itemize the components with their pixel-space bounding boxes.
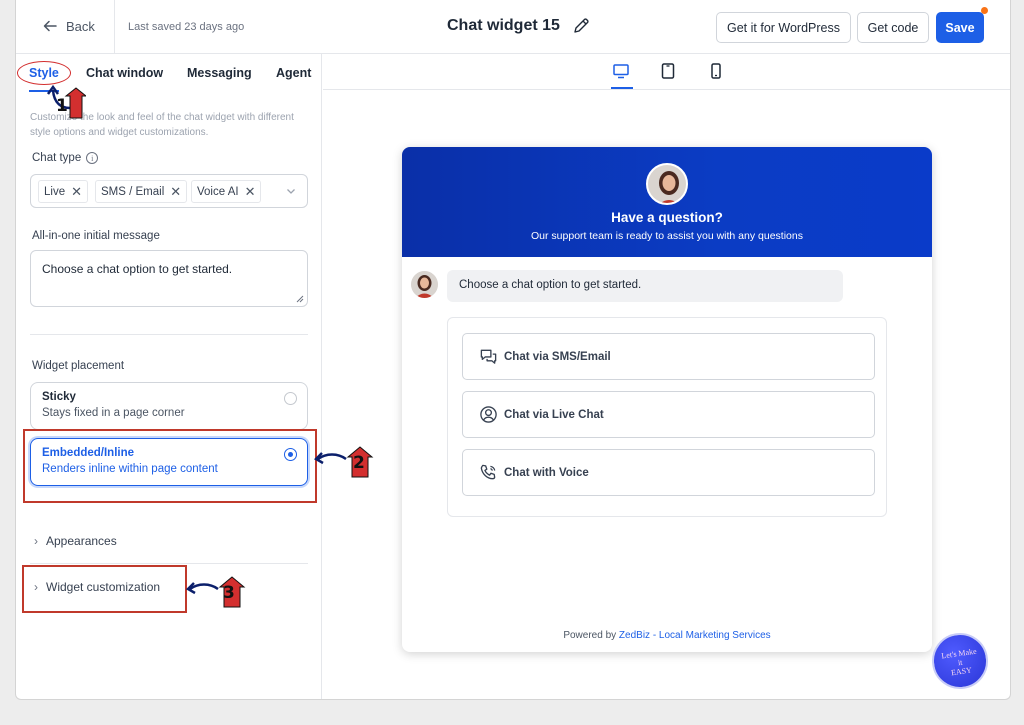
placement-sticky-option[interactable]: Sticky Stays fixed in a page corner — [30, 382, 308, 430]
annotation-box — [23, 429, 317, 503]
tab-messaging[interactable]: Messaging — [187, 66, 252, 80]
app-window: Back Last saved 23 days ago Chat widget … — [15, 0, 1011, 700]
annotation-number: 3 — [223, 583, 235, 603]
initial-message-field[interactable]: Choose a chat option to get started. — [30, 250, 308, 307]
widget-preview: Have a question? Our support team is rea… — [402, 147, 932, 652]
page-title: Chat widget 15 — [447, 17, 590, 35]
chevron-down-icon[interactable] — [285, 185, 297, 197]
agent-avatar — [646, 163, 688, 205]
widget-heading: Have a question? — [611, 210, 723, 225]
desktop-icon[interactable] — [612, 62, 630, 80]
tablet-icon[interactable] — [659, 62, 677, 80]
tab-chat-window[interactable]: Chat window — [86, 66, 163, 80]
back-button[interactable]: Back — [42, 18, 95, 34]
widget-subheading: Our support team is ready to assist you … — [531, 230, 803, 242]
appearances-section[interactable]: › Appearances — [34, 534, 117, 548]
chat-live-button[interactable]: Chat via Live Chat — [462, 391, 875, 438]
device-switcher — [323, 54, 1010, 90]
chip-label: SMS / Email — [101, 185, 165, 198]
phone-icon — [480, 464, 496, 480]
placement-label: Widget placement — [32, 360, 125, 372]
chat-type-label-text: Chat type — [32, 152, 82, 164]
option-label: Chat with Voice — [504, 466, 589, 479]
annotation-number: 1 — [56, 96, 68, 116]
option-title: Sticky — [42, 391, 76, 403]
divider — [30, 334, 308, 335]
initial-message-label: All-in-one initial message — [32, 230, 160, 242]
option-label: Chat via Live Chat — [504, 408, 604, 421]
resize-grip-icon[interactable] — [296, 295, 304, 303]
close-icon[interactable]: ✕ — [170, 184, 181, 200]
chat-sms-email-button[interactable]: Chat via SMS/Email — [462, 333, 875, 380]
powered-by-link[interactable]: ZedBiz - Local Marketing Services — [619, 630, 771, 641]
section-label: Appearances — [46, 534, 117, 548]
option-label: Chat via SMS/Email — [504, 350, 611, 363]
chip-label: Live — [44, 185, 66, 198]
radio-button[interactable] — [284, 392, 297, 405]
tab-agent[interactable]: Agent — [276, 66, 311, 80]
last-saved-text: Last saved 23 days ago — [128, 21, 245, 33]
mobile-icon[interactable] — [707, 62, 725, 80]
chip-sms-email: SMS / Email ✕ — [95, 180, 188, 203]
chat-voice-button[interactable]: Chat with Voice — [462, 449, 875, 496]
initial-message-value: Choose a chat option to get started. — [42, 262, 233, 276]
option-subtitle: Stays fixed in a page corner — [42, 407, 185, 419]
annotation-arrow-icon — [314, 446, 374, 478]
active-device-indicator — [611, 87, 633, 89]
close-icon[interactable]: ✕ — [71, 184, 82, 200]
chevron-right-icon: › — [34, 534, 38, 548]
save-button[interactable]: Save — [936, 12, 984, 43]
chat-options: Chat via SMS/Email Chat via Live Chat Ch… — [447, 317, 887, 517]
notification-dot — [981, 7, 988, 14]
widget-name: Chat widget 15 — [447, 17, 560, 34]
divider — [114, 0, 115, 54]
chip-live: Live ✕ — [38, 180, 89, 203]
arrow-left-icon — [43, 20, 57, 32]
chip-label: Voice AI — [197, 185, 239, 198]
back-label: Back — [66, 18, 95, 34]
chat-type-label: Chat type i — [32, 152, 99, 164]
chat-type-select[interactable]: Live ✕ SMS / Email ✕ Voice AI ✕ — [30, 174, 308, 208]
agent-avatar-small — [411, 271, 438, 298]
annotation-box — [22, 565, 187, 613]
user-circle-icon — [480, 406, 497, 423]
divider — [30, 563, 308, 564]
widget-header: Have a question? Our support team is rea… — [402, 147, 932, 257]
close-icon[interactable]: ✕ — [245, 184, 256, 200]
get-code-button[interactable]: Get code — [857, 12, 929, 43]
annotation-number: 2 — [353, 453, 365, 473]
chat-bubbles-icon — [480, 349, 497, 364]
top-bar: Back Last saved 23 days ago Chat widget … — [16, 0, 1010, 54]
get-wordpress-button[interactable]: Get it for WordPress — [716, 12, 851, 43]
chip-voice-ai: Voice AI ✕ — [191, 180, 262, 203]
pencil-icon[interactable] — [572, 17, 590, 35]
annotation-arrow-icon — [185, 576, 246, 608]
info-icon[interactable]: i — [86, 152, 99, 164]
powered-by: Powered by ZedBiz - Local Marketing Serv… — [402, 630, 932, 641]
powered-by-text: Powered by — [563, 630, 617, 641]
message-bubble: Choose a chat option to get started. — [447, 270, 843, 302]
